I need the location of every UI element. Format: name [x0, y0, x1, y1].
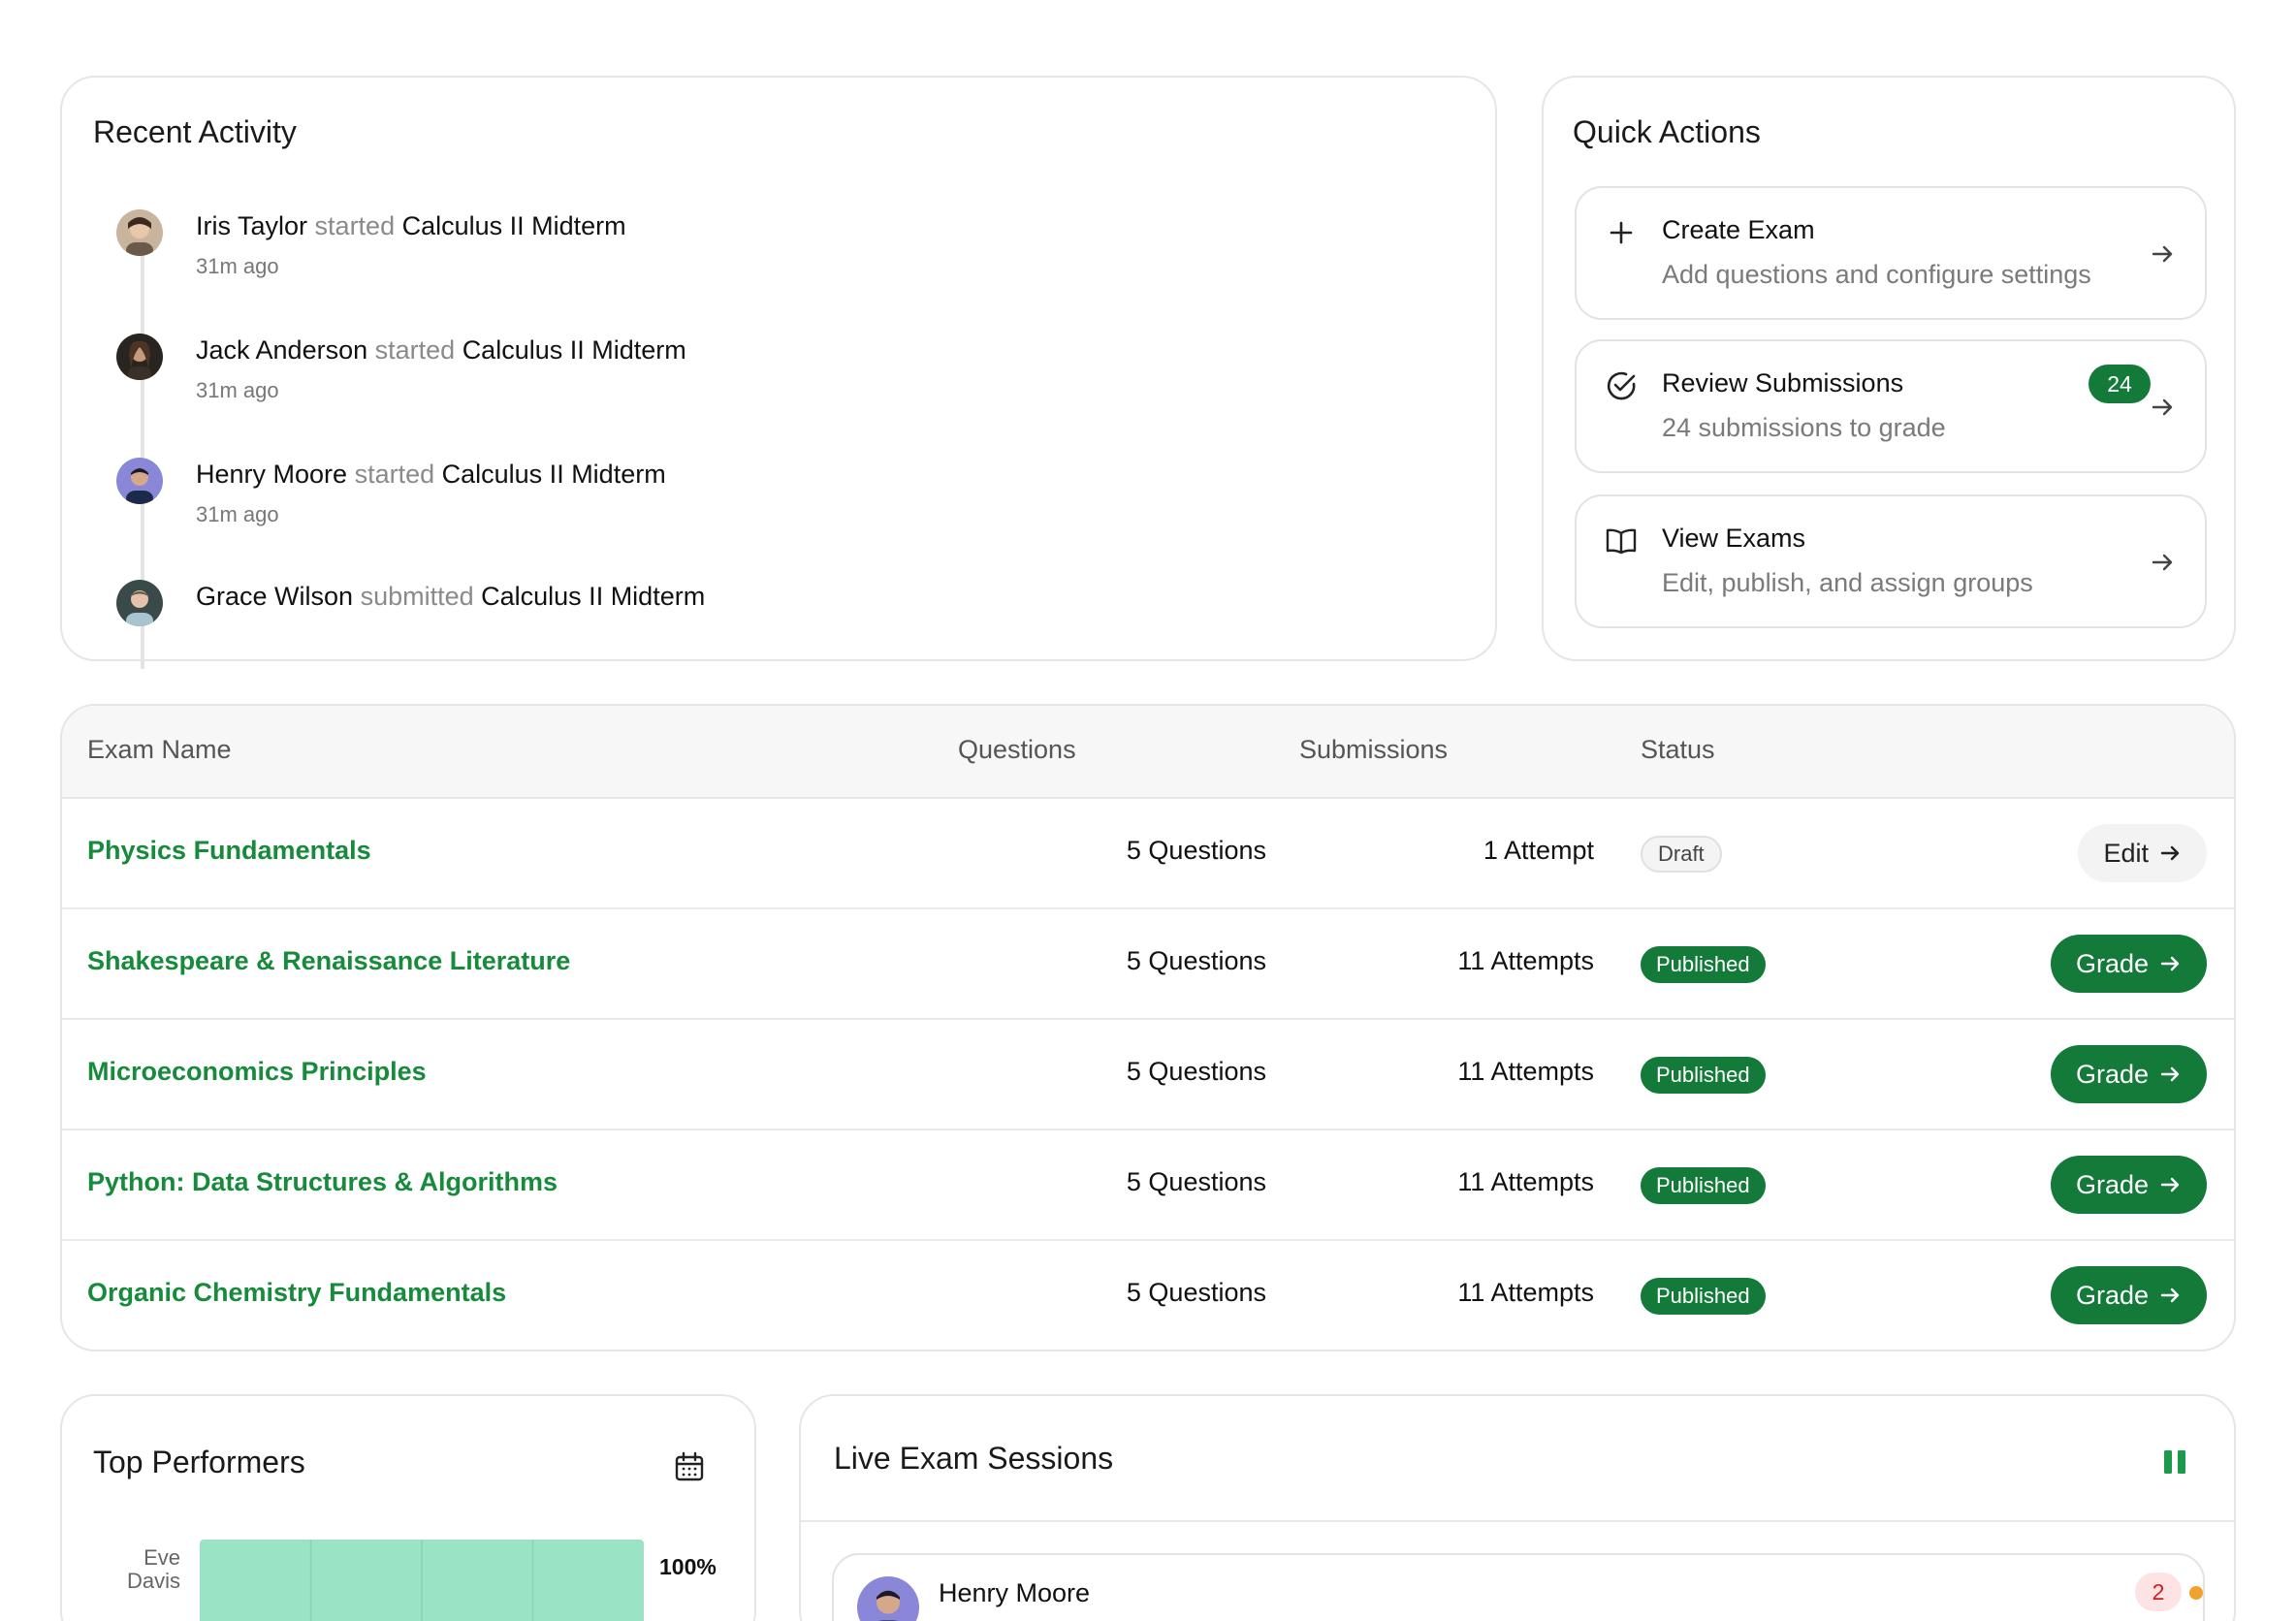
exam-submissions: 11 Attempts	[1457, 1278, 1594, 1307]
action-title: View Exams	[1662, 524, 1806, 553]
status-badge: Published	[1641, 1057, 1766, 1094]
status-badge: Draft	[1641, 836, 1722, 873]
pause-icon[interactable]	[2162, 1446, 2187, 1478]
activity-time: 31m ago	[196, 502, 279, 526]
recent-activity-title: Recent Activity	[93, 114, 297, 149]
live-sessions-card: Live Exam Sessions Henry Moore 2	[799, 1394, 2236, 1621]
activity-time: 31m ago	[196, 378, 279, 402]
activity-exam: Calculus II Midterm	[481, 582, 706, 611]
recent-activity-card: Recent Activity Iris Taylor started Calc…	[60, 76, 1497, 669]
activity-user: Jack Anderson	[196, 335, 368, 365]
review-submissions-action[interactable]: Review Submissions 24 24 submissions to …	[1575, 339, 2207, 473]
check-circle-icon	[1607, 371, 1636, 400]
action-title: Review Submissions	[1662, 368, 1904, 397]
exam-name-link[interactable]: Python: Data Structures & Algorithms	[87, 1167, 558, 1197]
quick-actions-title: Quick Actions	[1573, 114, 1761, 149]
exam-questions: 5 Questions	[1126, 1167, 1266, 1196]
plus-icon	[1610, 221, 1633, 244]
status-badge: Published	[1641, 1167, 1766, 1204]
table-row: Shakespeare & Renaissance Literature 5 Q…	[62, 909, 2234, 1020]
exams-table: Exam Name Questions Submissions Status P…	[60, 704, 2236, 1351]
arrow-right-icon	[2160, 1287, 2180, 1303]
arrow-right-icon	[2160, 956, 2180, 971]
edit-button-label: Edit	[2103, 839, 2149, 868]
column-header-exam-name[interactable]: Exam Name	[87, 735, 232, 765]
grade-button-label: Grade	[2075, 1281, 2149, 1310]
avatar	[116, 209, 163, 256]
exam-questions: 5 Questions	[1126, 946, 1266, 975]
column-header-status[interactable]: Status	[1641, 735, 1715, 765]
exam-questions: 5 Questions	[1126, 1278, 1266, 1307]
divider	[801, 1520, 2234, 1522]
grade-button[interactable]: Grade	[2050, 1045, 2207, 1103]
exam-submissions: 11 Attempts	[1457, 946, 1594, 975]
action-subtitle: Edit, publish, and assign groups	[1662, 568, 2033, 597]
activity-verb: started	[314, 211, 396, 240]
activity-user: Grace Wilson	[196, 582, 354, 611]
exam-name-link[interactable]: Physics Fundamentals	[87, 836, 371, 866]
exam-name-link[interactable]: Organic Chemistry Fundamentals	[87, 1278, 506, 1308]
exam-submissions: 11 Attempts	[1457, 1167, 1594, 1196]
exam-name-link[interactable]: Microeconomics Principles	[87, 1057, 427, 1087]
avatar	[857, 1576, 919, 1621]
column-header-submissions[interactable]: Submissions	[1299, 735, 1448, 765]
status-badge: Published	[1641, 1278, 1766, 1315]
table-header: Exam Name Questions Submissions Status	[62, 706, 2234, 799]
book-open-icon	[1606, 528, 1637, 555]
exam-questions: 5 Questions	[1126, 1057, 1266, 1086]
activity-verb: started	[354, 460, 435, 489]
create-exam-action[interactable]: Create Exam Add questions and configure …	[1575, 186, 2207, 320]
top-performers-card: Top Performers Eve Davis 100%	[60, 1394, 756, 1621]
column-header-questions[interactable]: Questions	[958, 735, 1076, 765]
status-dot	[2189, 1586, 2203, 1600]
status-badge: Published	[1641, 946, 1766, 983]
table-row: Physics Fundamentals 5 Questions 1 Attem…	[62, 799, 2234, 909]
activity-verb: submitted	[360, 582, 474, 611]
performer-name-label: Eve Davis	[127, 1545, 180, 1593]
exam-name-link[interactable]: Shakespeare & Renaissance Literature	[87, 946, 570, 976]
activity-exam: Calculus II Midterm	[462, 335, 686, 365]
activity-exam: Calculus II Midterm	[401, 211, 626, 240]
grade-button[interactable]: Grade	[2050, 1156, 2207, 1214]
exam-questions: 5 Questions	[1126, 836, 1266, 865]
exam-submissions: 11 Attempts	[1457, 1057, 1594, 1086]
table-row: Microeconomics Principles 5 Questions 11…	[62, 1020, 2234, 1130]
session-student-name: Henry Moore	[939, 1578, 1091, 1607]
action-subtitle: Add questions and configure settings	[1662, 260, 2091, 289]
grade-button-label: Grade	[2075, 1060, 2149, 1089]
live-sessions-title: Live Exam Sessions	[834, 1441, 1114, 1476]
arrow-right-icon	[2160, 1177, 2180, 1192]
quick-actions-card: Quick Actions Create Exam Add questions …	[1542, 76, 2236, 661]
exam-submissions: 1 Attempt	[1483, 836, 1594, 865]
activity-time: 31m ago	[196, 254, 279, 278]
arrow-right-icon	[2160, 845, 2180, 861]
view-exams-action[interactable]: View Exams Edit, publish, and assign gro…	[1575, 494, 2207, 628]
edit-button[interactable]: Edit	[2078, 824, 2207, 882]
arrow-right-icon	[2160, 1066, 2180, 1082]
grade-button-label: Grade	[2075, 1170, 2149, 1199]
arrow-right-icon	[2152, 245, 2173, 263]
avatar	[116, 580, 163, 626]
activity-verb: started	[374, 335, 456, 365]
grade-button-label: Grade	[2075, 949, 2149, 978]
activity-user: Iris Taylor	[196, 211, 308, 240]
top-performers-chart: Eve Davis 100%	[127, 1540, 717, 1621]
action-title: Create Exam	[1662, 215, 1815, 244]
avatar	[116, 458, 163, 504]
grade-button[interactable]: Grade	[2050, 1266, 2207, 1324]
submissions-count-badge: 24	[2089, 365, 2151, 403]
session-item[interactable]: Henry Moore 2	[832, 1553, 2205, 1621]
grade-button[interactable]: Grade	[2050, 935, 2207, 993]
arrow-right-icon	[2152, 554, 2173, 571]
activity-exam: Calculus II Midterm	[441, 460, 666, 489]
arrow-right-icon	[2152, 398, 2173, 416]
performer-score-label: 100%	[659, 1554, 717, 1579]
table-row: Python: Data Structures & Algorithms 5 Q…	[62, 1130, 2234, 1241]
table-row: Organic Chemistry Fundamentals 5 Questio…	[62, 1241, 2234, 1350]
activity-user: Henry Moore	[196, 460, 348, 489]
action-subtitle: 24 submissions to grade	[1662, 413, 1946, 442]
avatar	[116, 334, 163, 380]
alert-count-badge: 2	[2135, 1573, 2182, 1611]
